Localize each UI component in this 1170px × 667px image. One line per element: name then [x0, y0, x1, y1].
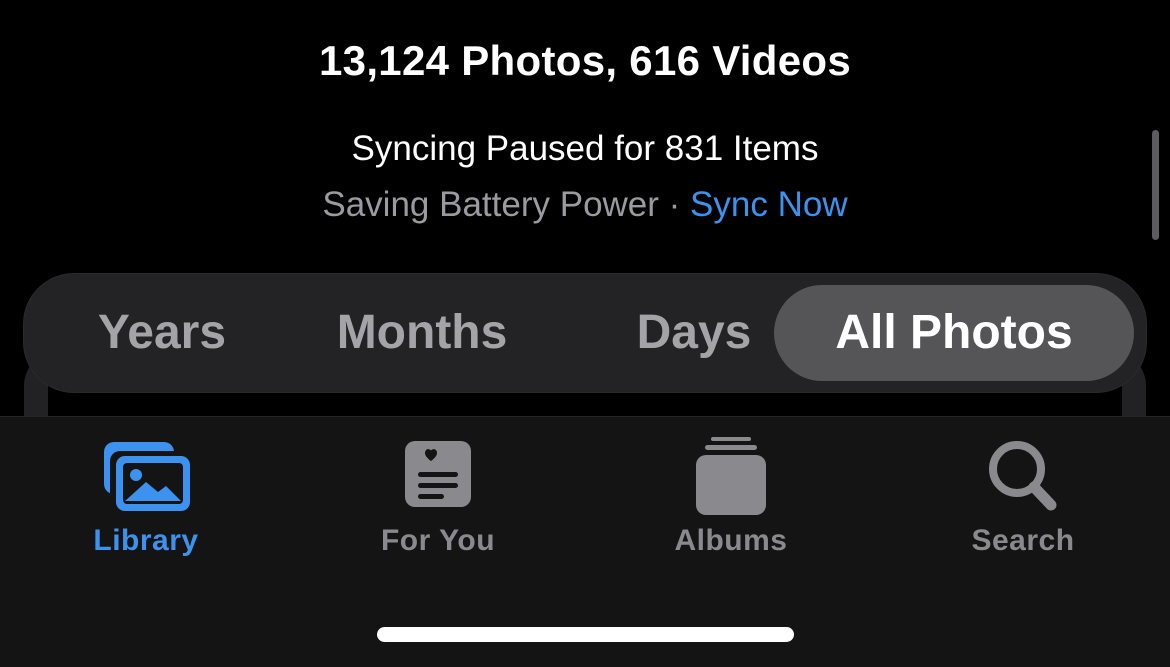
sync-subtitle: Saving Battery Power · Sync Now	[0, 184, 1170, 226]
sync-status: Syncing Paused for 831 Items	[351, 129, 819, 168]
home-indicator[interactable]	[377, 627, 794, 642]
library-counts: 13,124 Photos, 616 Videos	[319, 37, 851, 84]
sync-now-link[interactable]: Sync Now	[690, 185, 848, 224]
view-picker: Years Months Days All Photos	[24, 274, 1146, 392]
tab-albums[interactable]: Albums	[585, 417, 877, 577]
photo-stack-icon	[104, 442, 190, 511]
segment-all-photos[interactable]: All Photos	[774, 285, 1134, 381]
scroll-indicator[interactable]	[1152, 130, 1159, 240]
search-icon	[989, 441, 1057, 511]
sync-reason: Saving Battery Power	[322, 185, 659, 224]
segment-years[interactable]: Years	[54, 274, 270, 392]
library-summary: 13,124 Photos, 616 Videos Syncing Paused…	[0, 0, 1170, 272]
tab-library-label: Library	[93, 524, 199, 557]
albums-stack-icon	[696, 437, 766, 515]
tab-for-you-label: For You	[380, 524, 496, 557]
separator-dot: ·	[658, 185, 691, 224]
tab-albums-label: Albums	[674, 524, 788, 557]
tab-for-you[interactable]: For You	[292, 417, 584, 577]
tab-search[interactable]: Search	[877, 417, 1169, 577]
tab-search-label: Search	[971, 524, 1075, 557]
tab-library[interactable]: Library	[0, 417, 292, 577]
segment-months[interactable]: Months	[304, 274, 540, 392]
for-you-icon	[405, 441, 471, 507]
segment-days[interactable]: Days	[584, 274, 804, 392]
